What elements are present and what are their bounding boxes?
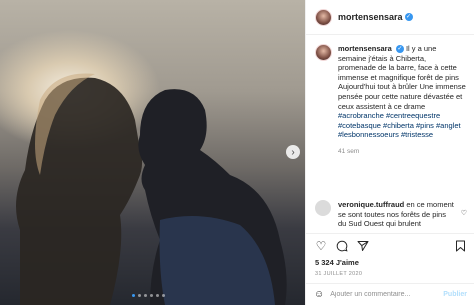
verified-badge-icon: ✓ xyxy=(395,45,404,54)
carousel-dot xyxy=(138,294,141,297)
likes-count[interactable]: 5 324 J'aime xyxy=(315,258,359,267)
caption-username[interactable]: mortensensara xyxy=(338,44,392,53)
comment-text-block: veronique.tuffraud en ce moment se sont … xyxy=(338,200,456,229)
post-header: mortensensara ✓ xyxy=(306,0,474,35)
caption-block: mortensensara ✓ Il y a une semaine j'éta… xyxy=(306,35,474,157)
post-photo[interactable]: › xyxy=(0,0,305,305)
commenter-username[interactable]: veronique.tuffraud xyxy=(338,200,404,209)
verified-badge-icon: ✓ xyxy=(404,13,413,21)
post-date: 31 JUILLET 2020 xyxy=(315,271,363,277)
avatar[interactable] xyxy=(315,44,332,61)
silhouette-couple-image xyxy=(16,73,287,305)
author-username[interactable]: mortensensara xyxy=(338,12,403,22)
carousel-dot xyxy=(162,294,165,297)
like-heart-icon[interactable]: ♡ xyxy=(314,239,328,253)
action-bar: ♡ xyxy=(306,233,474,257)
bookmark-icon[interactable] xyxy=(453,239,467,253)
post-time: 41 sem xyxy=(338,147,360,155)
comment-bubble-icon[interactable] xyxy=(335,239,349,253)
comment-item: veronique.tuffraud en ce moment se sont … xyxy=(315,200,470,229)
add-comment-bar: ☺ Publier xyxy=(306,283,474,305)
caption: mortensensara ✓ Il y a une semaine j'éta… xyxy=(338,44,466,157)
publish-button[interactable]: Publier xyxy=(443,291,467,298)
carousel-next-button[interactable]: › xyxy=(286,145,300,159)
caption-hashtags[interactable]: #acrobranche #centreequestre #cotebasque… xyxy=(338,111,466,140)
carousel-dot xyxy=(144,294,147,297)
emoji-icon[interactable]: ☺ xyxy=(314,289,324,300)
comment-like-icon[interactable]: ♡ xyxy=(461,209,467,217)
avatar[interactable] xyxy=(315,8,332,26)
caption-text: Il y a une semaine j'étais à Chiberta, p… xyxy=(338,44,466,111)
commenter-avatar[interactable] xyxy=(315,200,331,216)
instagram-post: › mortensensara ✓ mortensensara ✓ Il y a… xyxy=(0,0,474,305)
post-sidebar: mortensensara ✓ mortensensara ✓ Il y a u… xyxy=(305,0,474,305)
carousel-dot xyxy=(156,294,159,297)
carousel-dot xyxy=(150,294,153,297)
carousel-indicator xyxy=(132,294,165,297)
share-send-icon[interactable] xyxy=(356,239,370,253)
carousel-dot-active xyxy=(132,294,135,297)
comment-input[interactable] xyxy=(330,291,423,298)
